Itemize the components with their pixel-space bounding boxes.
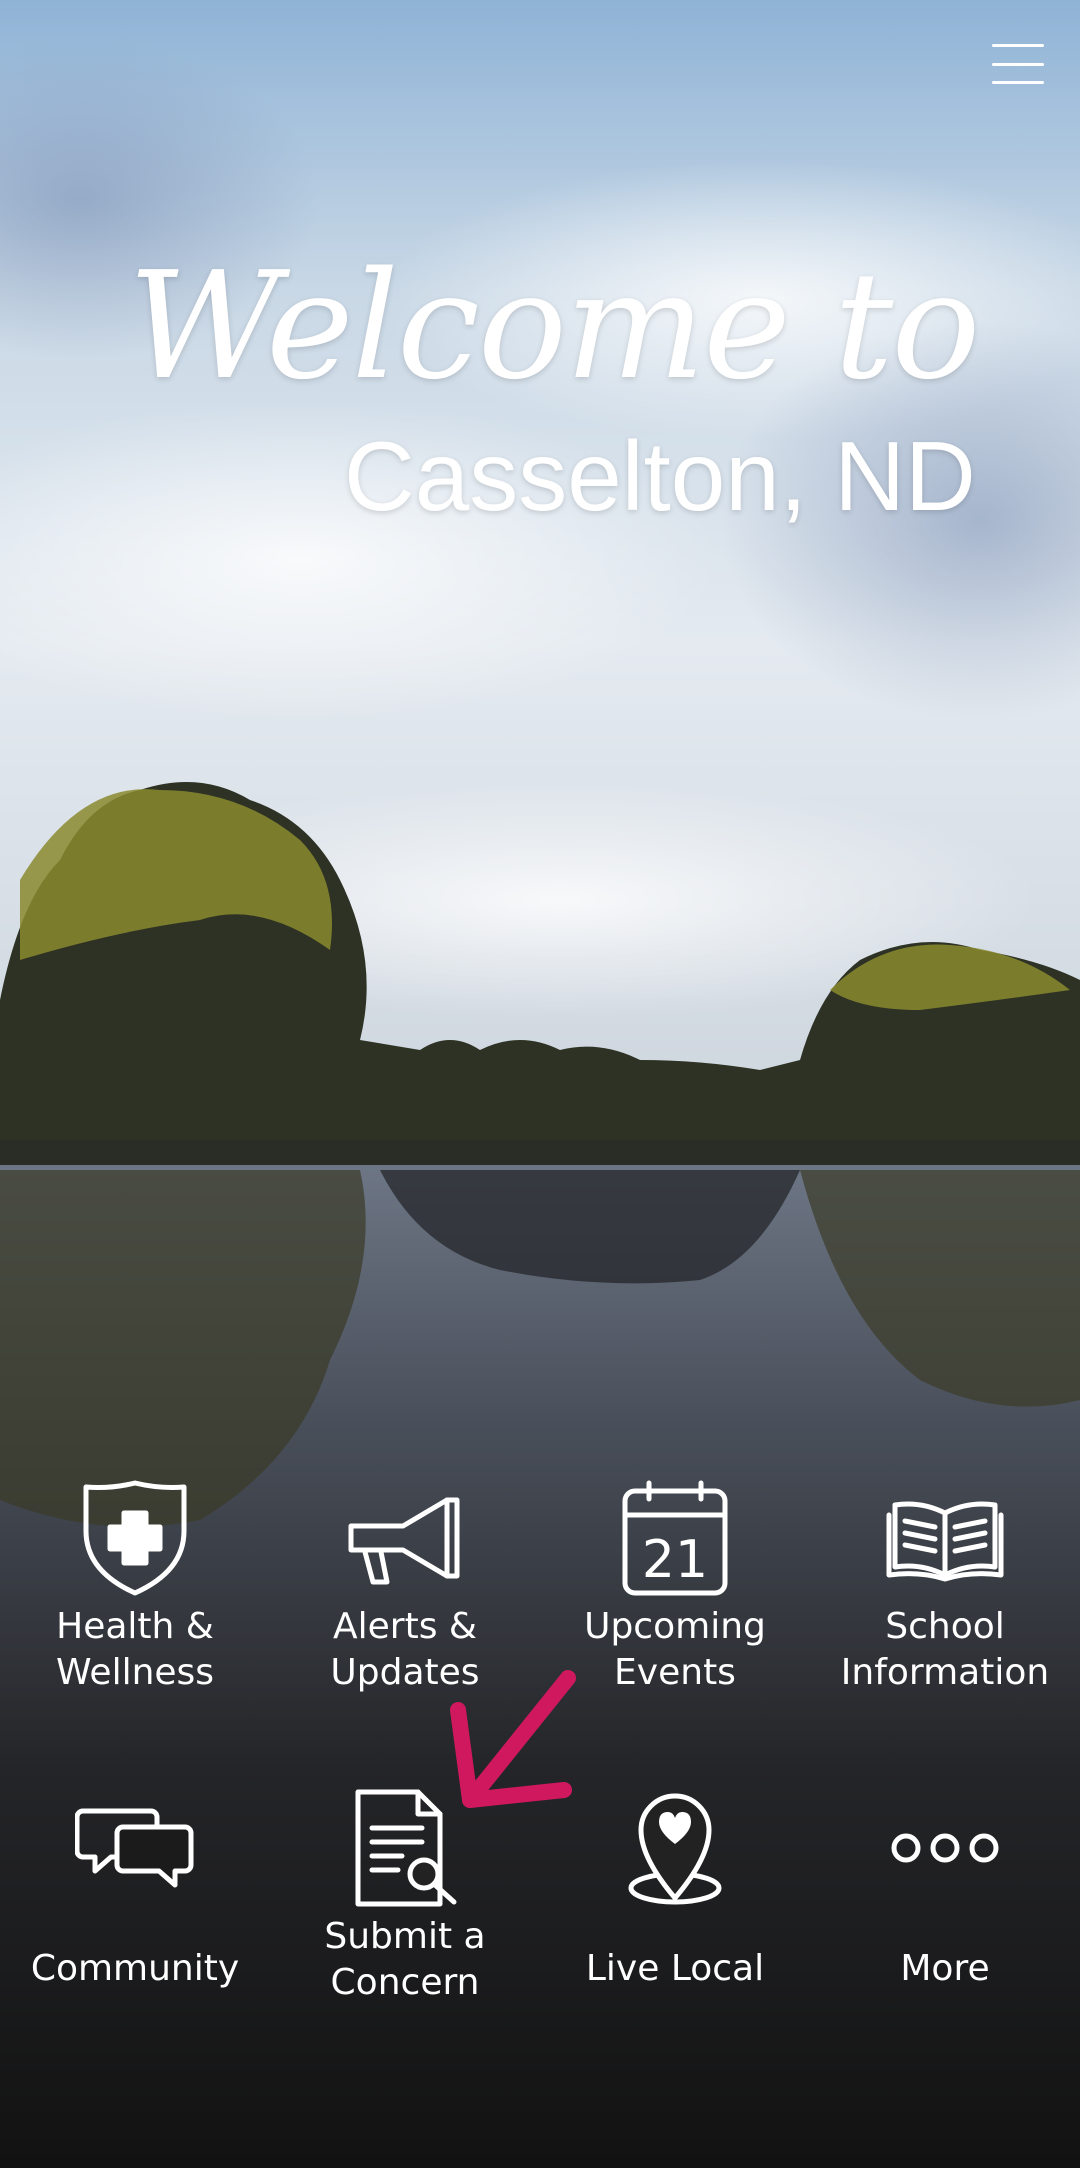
tile-label: Upcoming Events xyxy=(584,1606,766,1693)
hamburger-menu-icon[interactable] xyxy=(992,44,1044,84)
city-title: Casselton, ND xyxy=(344,421,976,531)
tile-school-information[interactable]: School Information xyxy=(810,1478,1080,1738)
chat-bubbles-icon xyxy=(75,1788,195,1908)
tile-label: School Information xyxy=(840,1606,1050,1693)
welcome-script-title: Welcome to xyxy=(128,240,981,412)
megaphone-icon xyxy=(345,1478,465,1598)
tile-health-wellness[interactable]: Health & Wellness xyxy=(0,1478,270,1738)
tile-label: Community xyxy=(30,1948,240,1989)
calendar-icon: 21 xyxy=(615,1478,735,1598)
tile-label: Live Local xyxy=(585,1948,765,1989)
shield-plus-icon xyxy=(75,1478,195,1598)
more-dots-icon xyxy=(885,1788,1005,1908)
tile-more[interactable]: More xyxy=(810,1788,1080,2048)
tile-label: Health & Wellness xyxy=(55,1606,215,1693)
tile-community[interactable]: Community xyxy=(0,1788,270,2048)
annotation-arrow-icon xyxy=(450,1670,576,1808)
open-book-icon xyxy=(885,1478,1005,1598)
tile-label: Submit a Concern xyxy=(324,1916,486,2003)
calendar-date-text: 21 xyxy=(642,1530,708,1590)
tile-label: More xyxy=(900,1948,990,1989)
map-pin-heart-icon xyxy=(615,1788,735,1908)
